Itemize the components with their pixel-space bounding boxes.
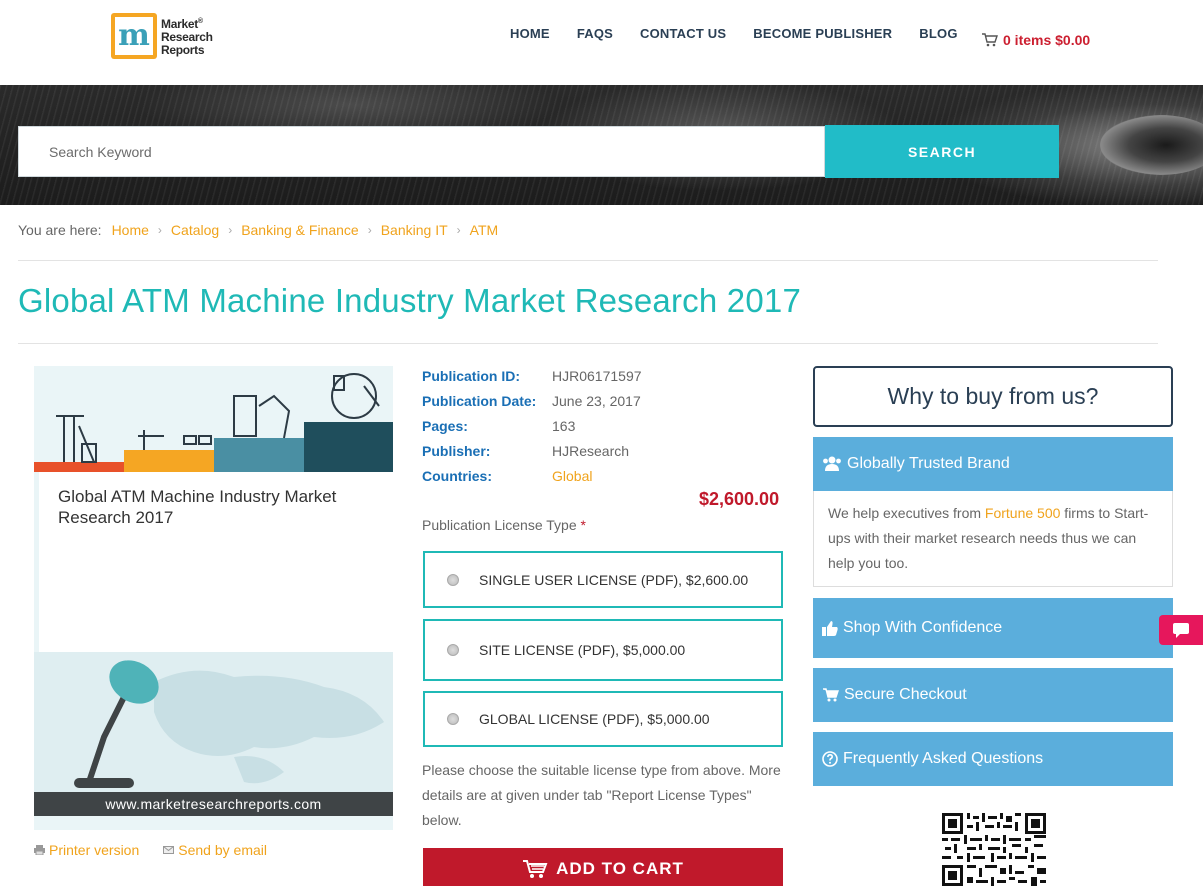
- cover-title: Global ATM Machine Industry Market Resea…: [58, 487, 337, 527]
- publication-details: Publication ID: HJR06171597 Publication D…: [422, 367, 642, 492]
- chevron-right-icon: ›: [456, 223, 461, 237]
- breadcrumb-home[interactable]: Home: [112, 222, 149, 238]
- printer-icon: [34, 845, 45, 855]
- search-button[interactable]: SEARCH: [825, 125, 1059, 178]
- detail-row-countries: Countries: Global: [422, 467, 642, 492]
- breadcrumb-banking-it[interactable]: Banking IT: [381, 222, 448, 238]
- cart-icon: [982, 33, 998, 47]
- license-option-global[interactable]: GLOBAL LICENSE (PDF), $5,000.00: [423, 691, 783, 747]
- nav-contact-us[interactable]: CONTACT US: [640, 26, 726, 41]
- fortune-500-link[interactable]: Fortune 500: [985, 505, 1061, 521]
- cart-icon: [823, 688, 839, 702]
- header-cart-link[interactable]: 0 items $0.00: [981, 32, 1090, 48]
- breadcrumb-banking-finance[interactable]: Banking & Finance: [241, 222, 359, 238]
- license-option-single-user[interactable]: SINGLE USER LICENSE (PDF), $2,600.00: [423, 551, 783, 608]
- detail-row-publication-date: Publication Date: June 23, 2017: [422, 393, 641, 409]
- radio-button[interactable]: [447, 644, 459, 656]
- logo-mark: m: [111, 13, 157, 59]
- detail-row-publisher: Publisher: HJResearch: [422, 443, 630, 459]
- nav-blog[interactable]: BLOG: [919, 26, 957, 41]
- divider: [18, 260, 1158, 261]
- license-note: Please choose the suitable license type …: [422, 762, 781, 828]
- thumbs-up-icon: [822, 620, 838, 636]
- chevron-right-icon: ›: [228, 223, 233, 237]
- breadcrumb: You are here: Home › Catalog › Banking &…: [18, 222, 498, 238]
- radio-button[interactable]: [447, 713, 459, 725]
- license-option-site[interactable]: SITE LICENSE (PDF), $5,000.00: [423, 619, 783, 681]
- main-nav: HOME FAQS CONTACT US BECOME PUBLISHER BL…: [510, 26, 985, 41]
- chat-widget-button[interactable]: [1159, 615, 1203, 645]
- question-circle-icon: [822, 751, 838, 767]
- chat-bubble-icon: [1173, 623, 1189, 638]
- report-cover-image: Global ATM Machine Industry Market Resea…: [34, 366, 393, 830]
- cart-icon: [523, 860, 548, 878]
- breadcrumb-lead: You are here:: [18, 222, 102, 238]
- why-buy-heading: Why to buy from us?: [813, 366, 1173, 427]
- nav-faqs[interactable]: FAQS: [577, 26, 613, 41]
- nav-become-publisher[interactable]: BECOME PUBLISHER: [753, 26, 892, 41]
- cover-footer: www.marketresearchreports.com: [34, 792, 393, 816]
- nav-home[interactable]: HOME: [510, 26, 550, 41]
- detail-row-publication-id: Publication ID: HJR06171597: [422, 368, 642, 384]
- industry-illustration: [34, 366, 393, 472]
- license-type-label: Publication License Type *: [422, 517, 586, 533]
- add-to-cart-button[interactable]: ADD TO CART: [423, 848, 783, 886]
- world-map-lamp-illustration: [34, 652, 393, 792]
- countries-link[interactable]: Global: [552, 467, 592, 492]
- site-header: m Market® Research Reports HOME FAQS CON…: [0, 0, 1203, 85]
- printer-version-link[interactable]: Printer version: [34, 842, 139, 858]
- site-logo[interactable]: m Market® Research Reports: [111, 12, 221, 60]
- report-price: $2,600.00: [699, 489, 780, 509]
- radio-button[interactable]: [447, 573, 459, 586]
- users-icon: [823, 456, 841, 471]
- email-icon: [163, 846, 175, 854]
- panel-faq[interactable]: Frequently Asked Questions: [813, 732, 1173, 786]
- hero-banner: SEARCH: [0, 85, 1203, 205]
- chevron-right-icon: ›: [157, 223, 162, 237]
- detail-row-pages: Pages: 163: [422, 418, 576, 434]
- logo-text: Market® Research Reports: [161, 17, 213, 57]
- search-input[interactable]: [18, 126, 825, 177]
- breadcrumb-catalog[interactable]: Catalog: [171, 222, 219, 238]
- divider: [18, 343, 1158, 344]
- panel-globally-trusted-brand[interactable]: Globally Trusted Brand: [813, 437, 1173, 491]
- send-by-email-link[interactable]: Send by email: [163, 842, 267, 858]
- cart-summary: 0 items $0.00: [1003, 32, 1091, 48]
- panel-secure-checkout[interactable]: Secure Checkout: [813, 668, 1173, 722]
- page-title: Global ATM Machine Industry Market Resea…: [18, 282, 802, 319]
- qr-code: [942, 813, 1046, 886]
- report-actions: Printer version Send by email: [34, 842, 291, 858]
- chevron-right-icon: ›: [367, 223, 372, 237]
- breadcrumb-atm[interactable]: ATM: [470, 222, 499, 238]
- trusted-brand-text: We help executives from Fortune 500 firm…: [813, 491, 1173, 587]
- panel-shop-with-confidence[interactable]: Shop With Confidence: [813, 598, 1173, 658]
